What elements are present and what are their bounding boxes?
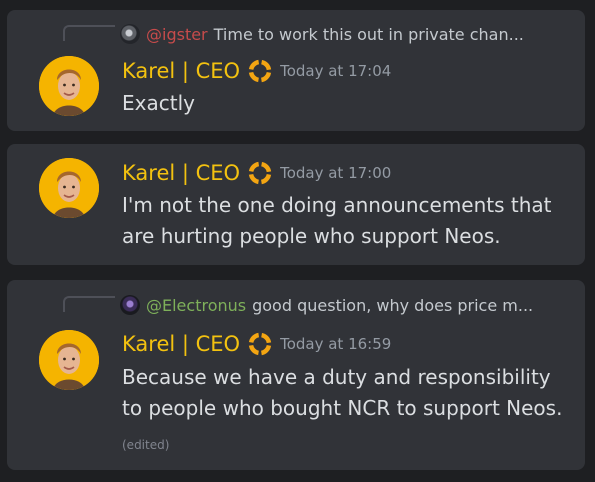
message-header: Karel | CEO Today at 16:59: [122, 330, 391, 358]
reply-preview[interactable]: @Electronus good question, why does pric…: [120, 295, 533, 315]
author-name[interactable]: Karel | CEO: [122, 59, 240, 83]
chat-view: @igster Time to work this out in private…: [0, 0, 595, 482]
role-badge-icon: [248, 161, 272, 185]
message-card[interactable]: @Electronus good question, why does pric…: [7, 280, 585, 470]
message-content: Because we have a duty and responsibilit…: [122, 362, 562, 424]
karel-avatar-icon: [39, 330, 99, 390]
reply-username[interactable]: @igster: [146, 25, 208, 44]
reply-spine-icon: [63, 25, 115, 41]
role-badge-icon: [248, 332, 272, 356]
reply-text: good question, why does price m...: [252, 295, 534, 315]
role-badge-icon: [248, 59, 272, 83]
message-line: are hurting people who support Neos.: [122, 224, 501, 248]
message-line: to people who bought NCR to support Neos…: [122, 396, 563, 420]
message-line: I'm not the one doing announcements that: [122, 193, 552, 217]
timestamp[interactable]: Today at 17:00: [280, 164, 391, 182]
author-avatar[interactable]: [39, 158, 99, 218]
message-content: Exactly: [122, 88, 195, 119]
reply-preview[interactable]: @igster Time to work this out in private…: [120, 24, 524, 44]
message-line: Exactly: [122, 91, 195, 115]
karel-avatar-icon: [39, 158, 99, 218]
message-header: Karel | CEO Today at 17:04: [122, 57, 391, 85]
message-card[interactable]: Karel | CEO Today at 17:00 I'm not the o…: [7, 144, 585, 265]
karel-avatar-icon: [39, 56, 99, 116]
message-header: Karel | CEO Today at 17:00: [122, 159, 391, 187]
timestamp[interactable]: Today at 16:59: [280, 335, 391, 353]
reply-text: Time to work this out in private chan...: [213, 24, 524, 44]
author-avatar[interactable]: [39, 330, 99, 390]
reply-spine-icon: [63, 296, 115, 312]
author-avatar[interactable]: [39, 56, 99, 116]
edited-label: (edited): [122, 438, 170, 452]
message-card[interactable]: @igster Time to work this out in private…: [7, 10, 585, 131]
author-name[interactable]: Karel | CEO: [122, 161, 240, 185]
message-content: I'm not the one doing announcements that…: [122, 190, 552, 252]
reply-avatar: [120, 24, 140, 44]
reply-username[interactable]: @Electronus: [146, 296, 246, 315]
timestamp[interactable]: Today at 17:04: [280, 62, 391, 80]
message-line: Because we have a duty and responsibilit…: [122, 365, 551, 389]
author-name[interactable]: Karel | CEO: [122, 332, 240, 356]
reply-avatar: [120, 295, 140, 315]
